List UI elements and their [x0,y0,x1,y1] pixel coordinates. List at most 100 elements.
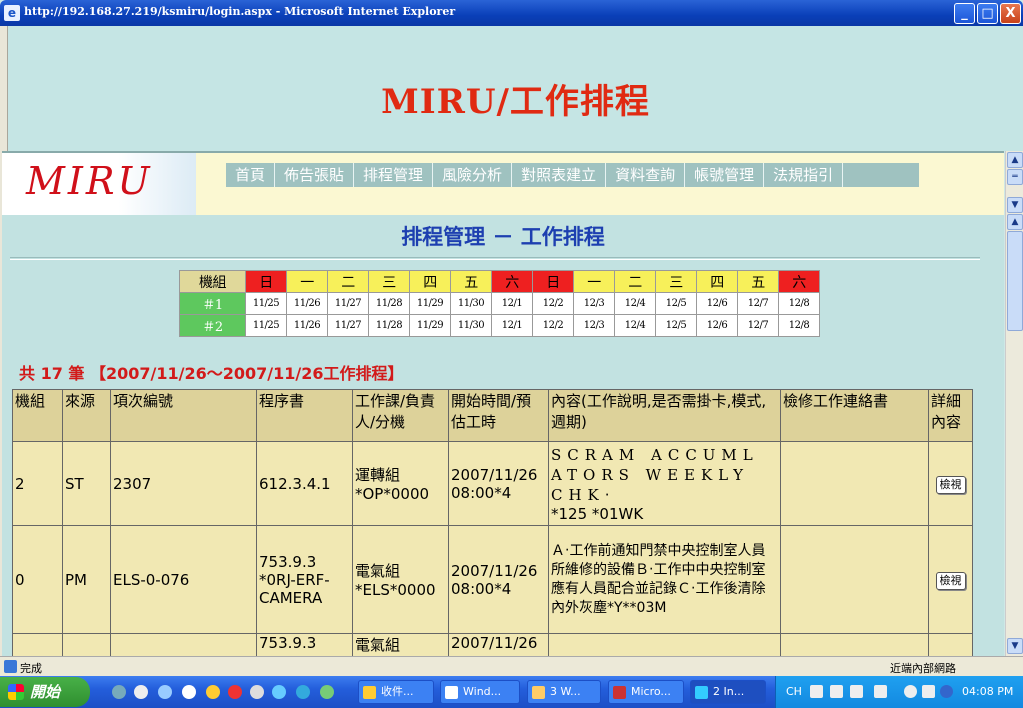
calendar-date[interactable]: 11/26 [286,314,328,337]
calendar-day: 五 [450,270,492,293]
cell-item: ELS-0-076 [110,525,257,634]
cell-start: 2007/11/26 [448,633,549,656]
quicklaunch-icon[interactable] [134,685,148,699]
scroll-thumb[interactable] [1007,231,1023,331]
calendar-date[interactable]: 11/27 [327,292,369,315]
nav-item-5[interactable]: 資料查詢 [606,163,686,187]
calendar-date[interactable]: 12/2 [532,314,574,337]
calendar-date[interactable]: 12/8 [778,292,820,315]
calendar-date[interactable]: 11/25 [245,292,287,315]
calendar-date[interactable]: 11/29 [409,314,451,337]
nav-item-6[interactable]: 帳號管理 [685,163,765,187]
status-text: 完成 [20,662,42,675]
calendar-date[interactable]: 12/3 [573,314,615,337]
calendar-date[interactable]: 12/5 [655,292,697,315]
vertical-scrollbar[interactable]: ▲ ═ ▼ ▲ ▼ [1005,151,1023,656]
windows-logo-icon [8,684,24,700]
calendar-date[interactable]: 12/7 [737,314,779,337]
calendar-date[interactable]: 12/1 [491,292,533,315]
calendar-corner: 機組 [179,270,246,293]
nav-item-0[interactable]: 首頁 [226,163,276,187]
scroll-down-icon[interactable]: ▼ [1007,197,1023,213]
calendar-date[interactable]: 11/30 [450,314,492,337]
scroll-down-icon[interactable]: ▼ [1007,638,1023,654]
language-indicator[interactable]: CH [786,685,802,698]
system-tray: CH 04:08 PM [775,676,1023,708]
quicklaunch-icon[interactable] [320,685,334,699]
quicklaunch-icon[interactable] [272,685,286,699]
banner-frame: MIRU/工作排程 [8,26,1023,151]
calendar-day: 四 [696,270,738,293]
calendar-date[interactable]: 11/28 [368,314,410,337]
table-header: 項次編號 [110,389,257,442]
calendar-date[interactable]: 12/1 [491,314,533,337]
view-button[interactable]: 檢視 [935,571,966,590]
app-icon [363,686,376,699]
close-button[interactable]: X [1000,3,1021,24]
calendar-date[interactable]: 11/26 [286,292,328,315]
calendar-date[interactable]: 12/8 [778,314,820,337]
calendar-day: 三 [655,270,697,293]
pen-icon[interactable] [830,685,843,698]
calendar-date[interactable]: 12/3 [573,292,615,315]
taskbar-button[interactable]: 2 In... [690,680,766,704]
table-header: 檢修工作連絡書 [780,389,929,442]
maximize-button[interactable]: □ [977,3,998,24]
calendar-date[interactable]: 12/4 [614,292,656,315]
calendar-date[interactable]: 12/7 [737,292,779,315]
calendar-date[interactable]: 12/6 [696,292,738,315]
quicklaunch-icon[interactable] [112,685,126,699]
tray-icon[interactable] [850,685,863,698]
nav-item-4[interactable]: 對照表建立 [512,163,607,187]
keyboard-icon[interactable] [810,685,823,698]
calendar-date[interactable]: 11/29 [409,292,451,315]
cell-dept: 電氣組 *ELS*0000 [352,525,449,634]
quicklaunch-icon[interactable] [158,685,172,699]
nav-item-7[interactable]: 法規指引 [764,163,844,187]
nav-item-3[interactable]: 風險分析 [433,163,513,187]
quicklaunch-icon[interactable] [296,685,310,699]
calendar-date[interactable]: 11/27 [327,314,369,337]
network-icon[interactable] [922,685,935,698]
calendar-date[interactable]: 11/28 [368,292,410,315]
scroll-up-icon[interactable]: ▲ [1007,152,1023,168]
calendar-date[interactable]: 12/5 [655,314,697,337]
scroll-up-icon[interactable]: ▲ [1007,214,1023,230]
app-icon [445,686,458,699]
calendar-date[interactable]: 12/4 [614,314,656,337]
table-header: 開始時間/預估工時 [448,389,549,442]
cell-content: SCRAM ACCUML ATORS WEEKLY CHK‧ *125 *01WK [548,441,781,526]
quicklaunch-icon[interactable] [228,685,242,699]
cell-proc: 753.9.3 [256,633,353,656]
taskbar-button[interactable]: 3 W... [527,680,601,704]
quicklaunch-icon[interactable] [182,685,196,699]
calendar-date[interactable]: 12/2 [532,292,574,315]
cell-item [110,633,257,656]
calendar-date[interactable]: 11/25 [245,314,287,337]
taskbar-button[interactable]: Wind... [440,680,520,704]
taskbar-label: Micro... [631,685,671,698]
nav-item-2[interactable]: 排程管理 [354,163,434,187]
taskbar-label: 收件... [381,685,414,698]
window-title: http://192.168.27.219/ksmiru/login.aspx … [24,5,456,18]
nav-item-1[interactable]: 佈告張貼 [275,163,355,187]
calendar-date[interactable]: 11/30 [450,292,492,315]
cell-detail: 檢視 [928,441,973,526]
view-button[interactable]: 檢視 [935,475,966,494]
minimize-button[interactable]: _ [954,3,975,24]
app-icon [613,686,626,699]
calendar-day: 一 [286,270,328,293]
expand-icon[interactable] [904,685,917,698]
calendar-day: 四 [409,270,451,293]
calendar-date[interactable]: 12/6 [696,314,738,337]
quicklaunch-icon[interactable] [206,685,220,699]
help-icon[interactable] [874,685,887,698]
nav-menu: 首頁 佈告張貼 排程管理 風險分析 對照表建立 資料查詢 帳號管理 法規指引 [226,163,919,187]
taskbar-button[interactable]: Micro... [608,680,684,704]
record-count: 共 17 筆 【2007/11/26～2007/11/26工作排程】 [19,364,404,383]
start-button[interactable]: 開始 [0,677,90,707]
taskbar-button[interactable]: 收件... [358,680,434,704]
volume-icon[interactable] [940,685,953,698]
quicklaunch-icon[interactable] [250,685,264,699]
calendar-day: 日 [245,270,287,293]
